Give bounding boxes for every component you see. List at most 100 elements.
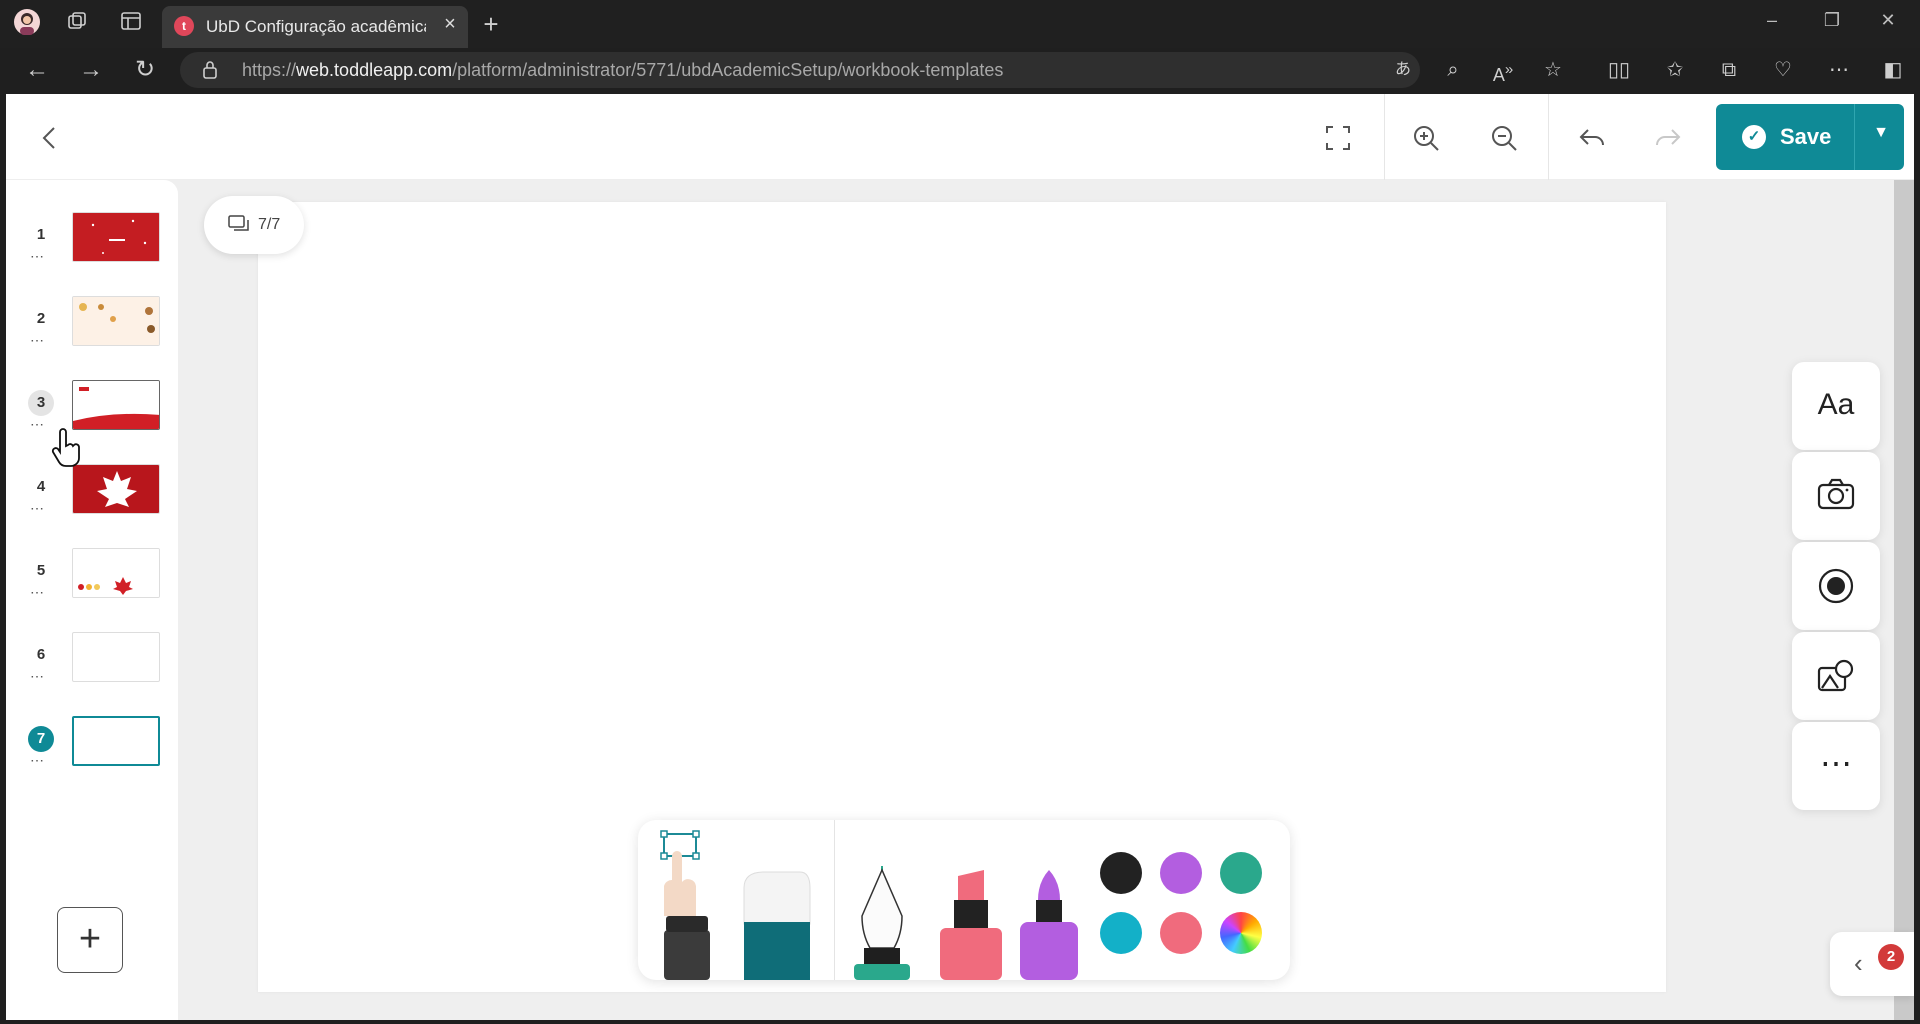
slide-item[interactable]: 6 ⋯: [28, 632, 160, 696]
restore-icon[interactable]: ❐: [1812, 10, 1852, 31]
tab-actions-icon[interactable]: [116, 10, 146, 38]
minimize-icon[interactable]: –: [1752, 10, 1792, 31]
slide-options-icon[interactable]: ⋯: [30, 248, 45, 265]
zoom-in-icon[interactable]: [1406, 118, 1446, 158]
browser-tab-bar: t UbD Configuração acadêmica - M × + – ❐…: [0, 0, 1920, 48]
window-close-icon[interactable]: ✕: [1868, 10, 1908, 31]
slide-thumbnail[interactable]: [72, 632, 160, 682]
slide-thumbnail[interactable]: [72, 212, 160, 262]
redo-icon[interactable]: [1648, 118, 1688, 158]
sidebar-toggle-icon[interactable]: ◧: [1878, 56, 1908, 84]
editor-workspace: 1 ⋯ 2 ⋯ 3 ⋯ 4 ⋯ 5 ⋯ 6 ⋯ 7 ⋯ + 7/7 Aa ⋯ ‹…: [6, 180, 1914, 1020]
marker-tool-icon[interactable]: [938, 870, 1004, 980]
text-tool-label: Aa: [1817, 388, 1855, 421]
app-container: ✓ Save ▼ 1 ⋯ 2 ⋯ 3 ⋯ 4 ⋯ 5 ⋯ 6 ⋯ 7 ⋯ + 7…: [6, 94, 1914, 1020]
notifications-toggle[interactable]: ‹ 2: [1830, 932, 1914, 996]
slide-thumbnail[interactable]: [72, 548, 160, 598]
vertical-scrollbar[interactable]: [1894, 180, 1914, 1020]
url-text: https://web.toddleapp.com/platform/admin…: [242, 60, 1003, 81]
active-browser-tab[interactable]: t UbD Configuração acadêmica - M ×: [162, 6, 468, 48]
slide-item[interactable]: 3 ⋯: [28, 380, 160, 444]
color-picker-icon[interactable]: [1220, 912, 1262, 954]
url-host: web.toddleapp.com: [296, 60, 453, 80]
drawbar-divider: [834, 820, 835, 980]
record-tool-button[interactable]: [1792, 542, 1880, 630]
add-slide-button[interactable]: +: [57, 907, 123, 973]
page-indicator-text: 7/7: [258, 216, 281, 233]
slide-number: 2: [36, 310, 46, 327]
shapes-image-icon: [1792, 658, 1880, 699]
back-icon[interactable]: ←: [22, 56, 52, 84]
address-bar[interactable]: https://web.toddleapp.com/platform/admin…: [180, 52, 1420, 88]
lock-icon[interactable]: [202, 60, 218, 85]
browser-zoom-icon[interactable]: ⌕: [1438, 56, 1468, 84]
slide-number: 3: [28, 390, 54, 416]
slide-number: 4: [36, 478, 46, 495]
tab-close-icon[interactable]: ×: [438, 12, 462, 36]
record-icon: [1792, 568, 1880, 609]
more-icon: ⋯: [1820, 745, 1852, 781]
slide-options-icon[interactable]: ⋯: [30, 500, 45, 517]
slides-sidebar: 1 ⋯ 2 ⋯ 3 ⋯ 4 ⋯ 5 ⋯ 6 ⋯ 7 ⋯ +: [6, 180, 178, 1020]
fullscreen-icon[interactable]: [1318, 118, 1358, 158]
chevron-left-icon: ‹: [1854, 948, 1863, 978]
slide-item[interactable]: 2 ⋯: [28, 296, 160, 360]
read-aloud-icon[interactable]: A»: [1488, 56, 1518, 85]
slide-options-icon[interactable]: ⋯: [30, 668, 45, 685]
split-screen-icon[interactable]: ▯▯: [1604, 56, 1634, 84]
slide-number: 5: [36, 562, 46, 579]
slide-number: 6: [36, 646, 46, 663]
more-tools-button[interactable]: ⋯: [1792, 722, 1880, 810]
browser-menu-icon[interactable]: ⋯: [1824, 56, 1854, 84]
collections-icon[interactable]: ⧉: [1714, 56, 1744, 84]
new-tab-icon[interactable]: +: [476, 10, 506, 38]
eraser-tool-icon[interactable]: [740, 868, 814, 980]
toddle-favicon-icon: t: [174, 16, 194, 36]
slide-options-icon[interactable]: ⋯: [30, 416, 45, 433]
slide-options-icon[interactable]: ⋯: [30, 584, 45, 601]
color-swatch-teal[interactable]: [1220, 852, 1262, 894]
color-swatch-purple[interactable]: [1160, 852, 1202, 894]
save-button[interactable]: ✓ Save ▼: [1716, 104, 1904, 170]
favorites-icon[interactable]: ✩: [1660, 56, 1690, 84]
workspaces-icon[interactable]: [63, 10, 93, 38]
color-swatch-black[interactable]: [1100, 852, 1142, 894]
camera-tool-button[interactable]: [1792, 452, 1880, 540]
refresh-icon[interactable]: ↻: [130, 56, 160, 84]
slide-options-icon[interactable]: ⋯: [30, 752, 45, 769]
slide-options-icon[interactable]: ⋯: [30, 332, 45, 349]
favorite-star-icon[interactable]: ☆: [1538, 56, 1568, 84]
media-tool-button[interactable]: [1792, 632, 1880, 720]
url-path: /platform/administrator/5771/ubdAcademic…: [452, 60, 1004, 80]
color-swatch-pink[interactable]: [1160, 912, 1202, 954]
slide-thumbnail[interactable]: [72, 380, 160, 430]
slide-item-active[interactable]: 7 ⋯: [28, 716, 160, 780]
color-swatch-cyan[interactable]: [1100, 912, 1142, 954]
drawing-toolbar: [638, 820, 1290, 980]
translate-icon[interactable]: あ: [1388, 56, 1418, 84]
forward-icon[interactable]: →: [76, 56, 106, 84]
slide-thumbnail[interactable]: [72, 296, 160, 346]
tab-title: UbD Configuração acadêmica - M: [206, 17, 426, 36]
save-options-dropdown-icon[interactable]: ▼: [1866, 124, 1896, 142]
back-arrow-icon[interactable]: [30, 118, 70, 158]
slide-item[interactable]: 1 ⋯: [28, 212, 160, 276]
select-hand-tool-icon[interactable]: [658, 826, 718, 980]
slide-thumbnail[interactable]: [72, 464, 160, 514]
slide-number: 1: [36, 226, 46, 243]
toolbar-divider: [1548, 94, 1549, 180]
save-split-divider: [1854, 104, 1855, 170]
slide-thumbnail[interactable]: [72, 716, 160, 766]
slide-item[interactable]: 5 ⋯: [28, 548, 160, 612]
pen-tool-icon[interactable]: [850, 864, 914, 980]
check-icon: ✓: [1742, 125, 1766, 149]
highlighter-tool-icon[interactable]: [1018, 870, 1080, 980]
undo-icon[interactable]: [1572, 118, 1612, 158]
slide-item[interactable]: 4 ⋯: [28, 464, 160, 528]
browser-health-icon[interactable]: ♡: [1768, 56, 1798, 84]
text-tool-button[interactable]: Aa: [1792, 362, 1880, 450]
zoom-out-icon[interactable]: [1484, 118, 1524, 158]
editor-toolbar: ✓ Save ▼: [6, 94, 1914, 180]
profile-avatar-icon[interactable]: [12, 8, 42, 36]
save-button-label: Save: [1780, 124, 1832, 149]
